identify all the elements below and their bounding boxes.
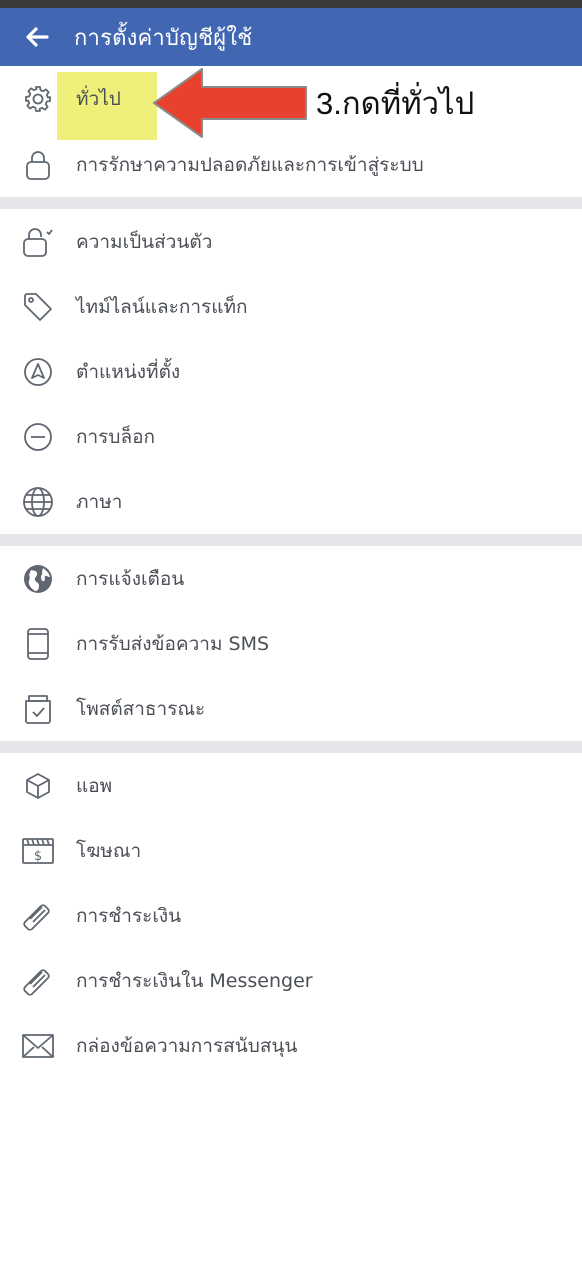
card-icon (21, 964, 55, 998)
setting-item-payments[interactable]: การชำระเงิน (0, 883, 582, 948)
annotation-text: 3.กดที่ทั่วไป (316, 86, 475, 121)
setting-label: การชำระเงิน (76, 904, 182, 927)
setting-item-apps[interactable]: แอพ (0, 753, 582, 818)
lock-icon (21, 148, 55, 182)
setting-label: ทั่วไป (76, 88, 121, 110)
page-title: การตั้งค่าบัญชีผู้ใช้ (74, 25, 253, 51)
setting-label: กล่องข้อความการสนับสนุน (76, 1034, 298, 1057)
envelope-icon (21, 1029, 55, 1063)
setting-label: การชำระเงินใน Messenger (76, 969, 313, 992)
arrow-left-icon (26, 27, 49, 47)
setting-label: โพสต์สาธารณะ (76, 697, 206, 720)
top-app-bar: การตั้งค่าบัญชีผู้ใช้ (0, 0, 582, 66)
setting-label: การรักษาความปลอดภัยและการเข้าสู่ระบบ (76, 153, 424, 176)
globe-icon (21, 485, 55, 519)
setting-item-privacy[interactable]: ความเป็นส่วนตัว (0, 209, 582, 274)
setting-label: ไทม์ไลน์และการแท็ก (76, 295, 248, 318)
section-divider (0, 197, 582, 209)
section-divider (0, 534, 582, 546)
setting-label: ตำแหน่งที่ตั้ง (76, 360, 181, 383)
setting-item-ads[interactable]: $ โฆษณา (0, 818, 582, 883)
setting-label: ภาษา (76, 490, 123, 513)
back-button[interactable] (24, 24, 50, 50)
setting-item-location[interactable]: ตำแหน่งที่ตั้ง (0, 339, 582, 404)
tag-icon (21, 290, 55, 324)
setting-item-language[interactable]: ภาษา (0, 469, 582, 534)
setting-label: การบล็อก (76, 425, 155, 448)
location-icon (21, 355, 55, 389)
setting-item-notifications[interactable]: การแจ้งเตือน (0, 546, 582, 611)
setting-item-messenger-payments[interactable]: การชำระเงินใน Messenger (0, 948, 582, 1013)
section-divider (0, 741, 582, 753)
block-icon (21, 420, 55, 454)
settings-list: ทั่วไป การรักษาความปลอดภัยและการเข้าสู่ร… (0, 66, 582, 1078)
ads-icon: $ (21, 834, 55, 868)
phone-icon (21, 627, 55, 661)
setting-item-blocking[interactable]: การบล็อก (0, 404, 582, 469)
card-icon (21, 899, 55, 933)
setting-label: ความเป็นส่วนตัว (76, 230, 213, 253)
setting-item-security[interactable]: การรักษาความปลอดภัยและการเข้าสู่ระบบ (0, 132, 582, 197)
world-icon (21, 562, 55, 596)
setting-item-public-posts[interactable]: โพสต์สาธารณะ (0, 676, 582, 741)
setting-label: การรับส่งข้อความ SMS (76, 632, 270, 655)
annotation-arrow-icon (153, 68, 307, 138)
privacy-lock-icon (21, 225, 55, 259)
setting-label: การแจ้งเตือน (76, 567, 185, 590)
setting-label: แอพ (76, 774, 113, 797)
svg-text:$: $ (34, 849, 42, 864)
setting-item-sms[interactable]: การรับส่งข้อความ SMS (0, 611, 582, 676)
setting-item-timeline-tagging[interactable]: ไทม์ไลน์และการแท็ก (0, 274, 582, 339)
cube-icon (21, 769, 55, 803)
setting-item-support-inbox[interactable]: กล่องข้อความการสนับสนุน (0, 1013, 582, 1078)
gear-icon (21, 82, 55, 116)
public-post-icon (21, 692, 55, 726)
setting-label: โฆษณา (76, 839, 142, 862)
